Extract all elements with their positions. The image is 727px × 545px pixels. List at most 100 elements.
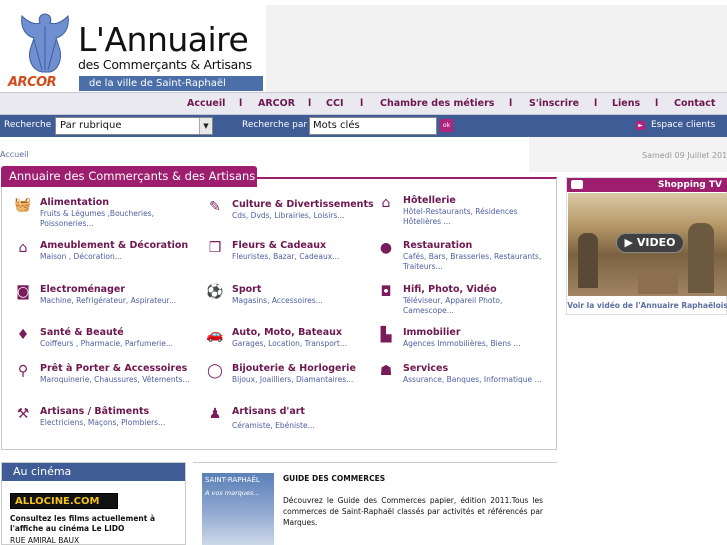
category-title[interactable]: Bijouterie & Horlogerie <box>232 363 356 374</box>
menu-separator: l <box>594 98 598 109</box>
menu-separator: l <box>360 98 364 109</box>
camera-icon: ◘ <box>380 284 392 300</box>
menu-arcor[interactable]: ARCOR <box>258 98 295 109</box>
category-sub[interactable]: Fruits & Légumes ,Boucheries, Poissoneri… <box>40 209 190 229</box>
category-title[interactable]: Prêt à Porter & Accessoires <box>40 363 187 374</box>
category-sub[interactable]: Téléviseur, Appareil Photo, Camescope... <box>403 296 553 316</box>
menu-separator: l <box>509 98 513 109</box>
espace-clients-link[interactable]: Espace clients <box>651 120 715 130</box>
menu-liens[interactable]: Liens <box>612 98 640 109</box>
menu-separator: l <box>308 98 312 109</box>
artisan-icon: ♟ <box>208 406 222 422</box>
categories-tab: Annuaire des Commerçants & des Artisans <box>1 166 257 187</box>
category-sub[interactable]: Assurance, Banques, Informatique ... <box>403 375 553 385</box>
crowd-figure <box>638 268 678 294</box>
category-sub[interactable]: Céramiste, Ebéniste... <box>232 421 382 431</box>
breadcrumb[interactable]: Accueil <box>0 150 29 159</box>
hotel-icon: ⌂ <box>381 195 391 211</box>
search-label: Recherche <box>4 120 52 130</box>
main-menu: Accueil l ARCOR l CCI l Chambre des méti… <box>0 92 727 115</box>
category-title[interactable]: Auto, Moto, Bateaux <box>232 327 342 338</box>
menu-contact[interactable]: Contact <box>674 98 715 109</box>
culture-icon: ✎ <box>209 199 221 215</box>
angel-logo-icon[interactable] <box>14 10 76 76</box>
category-sub[interactable]: Magasins, Accessoires... <box>232 296 382 306</box>
ring-icon: ◯ <box>207 363 223 379</box>
category-sub[interactable]: Cafés, Bars, Brasseries, Restaurants, Tr… <box>403 252 553 272</box>
category-sub[interactable]: Garages, Location, Transport... <box>232 339 382 349</box>
menu-cci[interactable]: CCI <box>326 98 343 109</box>
category-sub[interactable]: Coiffeurs , Pharmacie, Parfumerie... <box>40 339 190 349</box>
category-title[interactable]: Services <box>403 363 448 374</box>
arcor-logo: ARCOR <box>8 75 57 90</box>
people-icon: ☗ <box>379 363 393 379</box>
rubrique-value: Par rubrique <box>60 120 122 131</box>
category-title[interactable]: Restauration <box>403 240 472 251</box>
guide-cover-sub: A vos marques... <box>205 489 260 497</box>
cinema-address: RUE AMIRAL BAUX <box>10 536 80 545</box>
category-title[interactable]: Santé & Beauté <box>40 327 124 338</box>
cinema-widget: Au cinéma ALLOCINE.COM Consultez les fil… <box>1 462 186 545</box>
category-title[interactable]: Electroménager <box>40 284 125 295</box>
site-subtitle: des Commerçants & Artisans <box>78 57 252 72</box>
tv-camera-icon <box>571 180 583 189</box>
page: ARCOR L'Annuaire des Commerçants & Artis… <box>0 0 727 545</box>
allocine-logo[interactable]: ALLOCINE.COM <box>10 493 118 509</box>
house-icon: ⌂ <box>18 240 28 256</box>
menu-chambre-metiers[interactable]: Chambre des métiers <box>380 98 494 109</box>
menu-inscrire[interactable]: S'inscrire <box>529 98 579 109</box>
category-sub[interactable]: Cds, Dvds, Librairies, Loisirs... <box>232 211 382 221</box>
category-title[interactable]: Ameublement & Décoration <box>40 240 188 251</box>
shopping-tv-image[interactable]: ▶ VIDEO <box>568 193 727 296</box>
search-bar: Recherche Par rubrique ▼ Recherche par M… <box>0 115 727 137</box>
category-sub[interactable]: Maroquinerie, Chaussures, Vêtements... <box>40 375 190 385</box>
basket-icon: 🧺 <box>14 197 32 213</box>
beauty-icon: ♦ <box>16 327 30 343</box>
washing-machine-icon: ◙ <box>16 284 30 300</box>
search-by-label: Recherche par <box>242 120 308 130</box>
category-title[interactable]: Hôtellerie <box>403 195 456 206</box>
category-title[interactable]: Artisans / Bâtiments <box>40 406 149 417</box>
category-sub[interactable]: Electriciens, Maçons, Plombiers... <box>40 418 190 428</box>
category-title[interactable]: Sport <box>232 284 261 295</box>
guide-cover-image[interactable]: SAINT-RAPHAËL A vos marques... <box>202 473 274 545</box>
category-sub[interactable]: Bijoux, Joailliers, Diamantaires... <box>232 375 382 385</box>
restaurant-icon: ● <box>379 240 393 256</box>
menu-separator: l <box>655 98 659 109</box>
hammer-icon: ⚒ <box>16 406 30 422</box>
car-icon: 🚗 <box>206 327 224 343</box>
shopping-tv-title: Shopping TV <box>567 178 727 192</box>
cinema-text[interactable]: Consultez les films actuellement à l'aff… <box>10 514 182 534</box>
ball-icon: ⚽ <box>206 284 224 300</box>
crowd-figure <box>688 223 714 293</box>
current-date: Samedi 09 Juillet 2011 <box>642 151 727 160</box>
crowd-figure <box>578 233 598 288</box>
rubrique-select[interactable]: Par rubrique ▼ <box>55 117 213 135</box>
guide-title: GUIDE DES COMMERCES <box>283 474 386 483</box>
category-sub[interactable]: Maison , Décoration... <box>40 252 190 262</box>
guide-text: Découvrez le Guide des Commerces papier,… <box>283 496 543 527</box>
category-title[interactable]: Artisans d'art <box>232 406 305 417</box>
category-sub[interactable]: Machine, Refrigérateur, Aspirateur... <box>40 296 190 306</box>
category-title[interactable]: Immobilier <box>403 327 461 338</box>
category-sub[interactable]: Agences Immobilières, Biens ... <box>403 339 553 349</box>
category-title[interactable]: Hifi, Photo, Vidéo <box>403 284 497 295</box>
cinema-title: Au cinéma <box>2 463 185 481</box>
category-sub[interactable]: Hôtel-Restaurants, Résidences Hôtelières… <box>403 207 553 227</box>
arrow-right-icon[interactable]: ► <box>636 121 645 130</box>
keyword-input[interactable]: Mots clés <box>309 117 437 135</box>
shopping-tv-widget: Shopping TV ▶ VIDEO Voir la vidéo de l'A… <box>566 177 727 315</box>
site-title: L'Annuaire <box>78 20 249 59</box>
gift-icon: ❒ <box>208 240 222 256</box>
play-video-button[interactable]: ▶ VIDEO <box>616 233 684 253</box>
hanger-icon: ⚲ <box>17 363 29 379</box>
category-title[interactable]: Fleurs & Cadeaux <box>232 240 326 251</box>
video-link[interactable]: Voir la vidéo de l'Annuaire Raphaëlois <box>567 301 727 310</box>
category-title[interactable]: Alimentation <box>40 197 109 208</box>
search-ok-button[interactable]: ok <box>440 119 453 132</box>
category-sub[interactable]: Fleuristes, Bazar, Cadeaux... <box>232 252 382 262</box>
category-title[interactable]: Culture & Divertissements <box>232 199 374 210</box>
chevron-down-icon[interactable]: ▼ <box>199 118 212 134</box>
guide-cover-title: SAINT-RAPHAËL <box>205 476 260 484</box>
menu-accueil[interactable]: Accueil <box>187 98 225 109</box>
